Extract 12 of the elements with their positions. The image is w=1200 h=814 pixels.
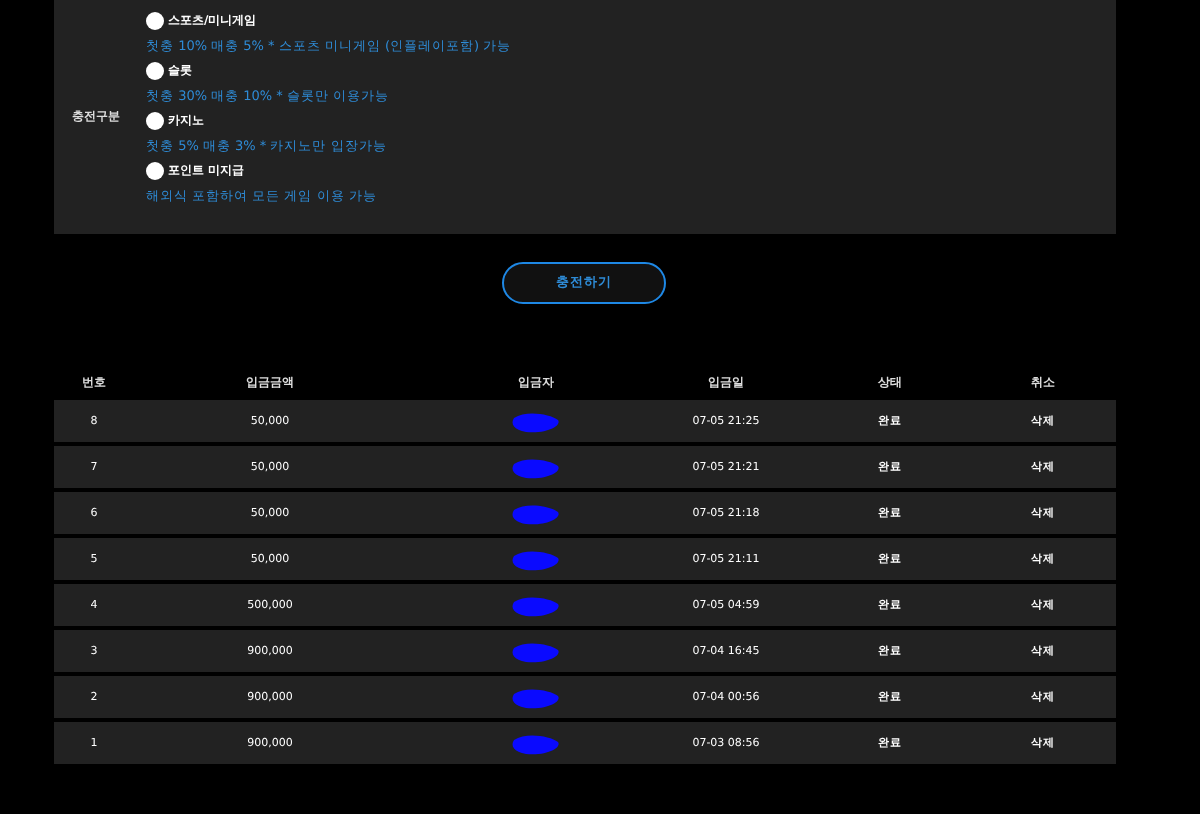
redaction-scribble: [510, 501, 562, 525]
radio-button[interactable]: [146, 12, 164, 30]
redaction-scribble: [510, 409, 562, 433]
redaction-scribble: [510, 731, 562, 755]
redaction-scribble: [510, 639, 562, 663]
redaction-scribble: [510, 685, 562, 709]
redaction-scribble: [510, 547, 562, 571]
radio-button[interactable]: [146, 62, 164, 80]
redaction-scribble: [510, 455, 562, 479]
redaction-scribble: [510, 593, 562, 617]
radio-button[interactable]: [146, 112, 164, 130]
radio-button[interactable]: [146, 162, 164, 180]
